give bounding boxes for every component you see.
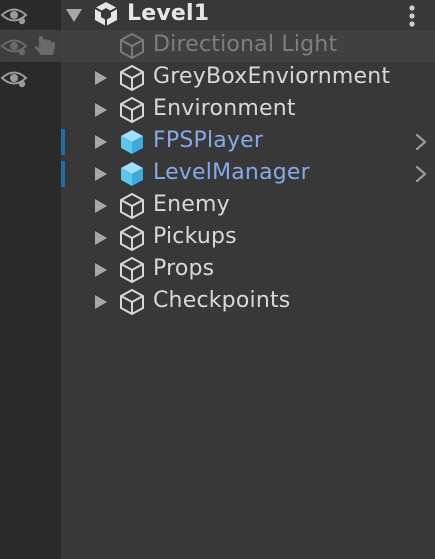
foldout-arrow-collapsed-icon[interactable] — [95, 231, 107, 245]
visibility-eye-icon[interactable] — [0, 5, 28, 25]
hierarchy-item-levelmanager[interactable]: LevelManager — [0, 158, 435, 190]
hierarchy-item-label: FPSPlayer — [153, 128, 264, 153]
hierarchy-item-label: Checkpoints — [153, 288, 291, 313]
hierarchy-item-environment[interactable]: Environment — [0, 94, 435, 126]
gameobject-cube-icon — [120, 33, 144, 59]
gameobject-cube-icon — [120, 193, 144, 219]
hierarchy-item-directional-light[interactable]: Directional Light — [0, 30, 435, 62]
hierarchy-item-checkpoints[interactable]: Checkpoints — [0, 286, 435, 318]
hierarchy-tree: Level1 Directional Light GreyBoxEnviornm… — [0, 0, 435, 318]
hierarchy-item-label: GreyBoxEnviornment — [153, 64, 391, 89]
hierarchy-item-label: Environment — [153, 96, 296, 121]
gameobject-cube-icon — [120, 257, 144, 283]
chevron-right-icon[interactable] — [413, 132, 429, 152]
prefab-cube-icon — [121, 162, 143, 186]
foldout-arrow-collapsed-icon[interactable] — [95, 71, 107, 85]
foldout-arrow-collapsed-icon[interactable] — [95, 135, 107, 149]
hierarchy-item-fpsplayer[interactable]: FPSPlayer — [0, 126, 435, 158]
hierarchy-item-props[interactable]: Props — [0, 254, 435, 286]
gameobject-cube-icon — [120, 97, 144, 123]
gameobject-cube-icon — [120, 289, 144, 315]
prefab-override-marker — [61, 129, 65, 155]
kebab-menu-icon[interactable] — [404, 4, 420, 28]
hierarchy-item-label: Enemy — [153, 192, 230, 217]
prefab-override-marker — [61, 161, 65, 187]
hierarchy-item-greyboxenviornment[interactable]: GreyBoxEnviornment — [0, 62, 435, 94]
visibility-eye-icon[interactable] — [0, 68, 28, 88]
foldout-arrow-collapsed-icon[interactable] — [95, 295, 107, 309]
scene-row-level1[interactable]: Level1 — [0, 0, 435, 30]
visibility-eye-icon[interactable] — [0, 36, 28, 56]
hierarchy-item-enemy[interactable]: Enemy — [0, 190, 435, 222]
hierarchy-item-label: Pickups — [153, 224, 237, 249]
hierarchy-item-label: Directional Light — [153, 32, 338, 57]
foldout-arrow-collapsed-icon[interactable] — [95, 103, 107, 117]
hierarchy-item-label: LevelManager — [153, 160, 310, 185]
foldout-arrow-collapsed-icon[interactable] — [95, 263, 107, 277]
foldout-arrow-collapsed-icon[interactable] — [95, 167, 107, 181]
hierarchy-item-pickups[interactable]: Pickups — [0, 222, 435, 254]
gameobject-cube-icon — [120, 65, 144, 91]
hierarchy-item-label: Props — [153, 256, 215, 281]
unity-logo-icon — [94, 2, 118, 26]
pickability-hand-icon[interactable] — [33, 35, 59, 57]
hierarchy-window: Level1 Directional Light GreyBoxEnviornm… — [0, 0, 435, 559]
gameobject-cube-icon — [120, 225, 144, 251]
foldout-arrow-expanded-icon[interactable] — [66, 9, 82, 22]
chevron-right-icon[interactable] — [413, 164, 429, 184]
foldout-arrow-collapsed-icon[interactable] — [95, 199, 107, 213]
scene-name: Level1 — [127, 1, 210, 26]
prefab-cube-icon — [121, 130, 143, 154]
